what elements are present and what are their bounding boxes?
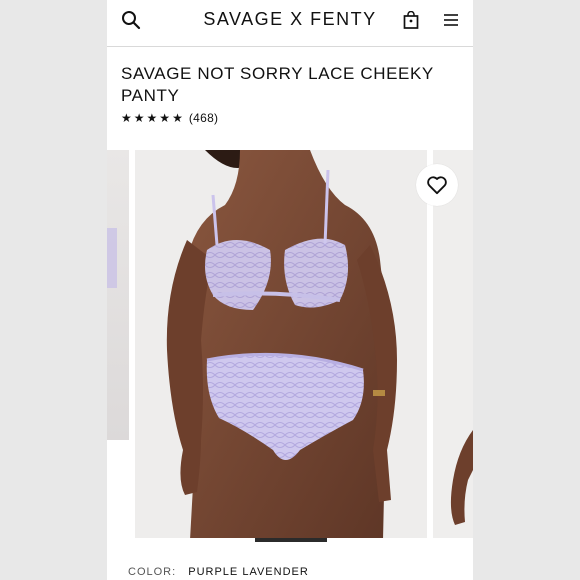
gallery-scroll-indicator[interactable] [255, 538, 327, 542]
model-illustration [166, 150, 397, 540]
product-image[interactable] [135, 150, 427, 540]
star-icon: ★ [121, 111, 132, 125]
top-navigation-bar: SAVAGE X FENTY [107, 0, 473, 47]
hamburger-menu-icon[interactable] [439, 8, 463, 32]
product-rating[interactable]: ★ ★ ★ ★ ★ (468) [121, 111, 218, 125]
review-count[interactable]: (468) [189, 111, 219, 125]
gallery-previous-image[interactable] [107, 150, 129, 440]
product-title: SAVAGE NOT SORRY LACE CHEEKY PANTY [121, 64, 434, 105]
star-icon: ★ [133, 111, 145, 125]
product-image-gallery[interactable] [107, 150, 473, 540]
star-icon: ★ [146, 111, 158, 125]
favorite-button[interactable] [416, 164, 458, 206]
gallery-next-image[interactable] [433, 150, 473, 540]
heart-icon [426, 175, 448, 195]
star-icon: ★ [159, 111, 171, 125]
product-page: SAVAGE X FENTY SAVAGE NOT SORRY LACE CHE… [107, 0, 473, 580]
color-selector: COLOR: PURPLE LAVENDER [128, 566, 309, 578]
color-label: COLOR: [128, 566, 177, 578]
selected-color-value: PURPLE LAVENDER [188, 566, 309, 578]
shopping-bag-icon[interactable] [399, 8, 423, 32]
star-icon: ★ [172, 111, 183, 125]
